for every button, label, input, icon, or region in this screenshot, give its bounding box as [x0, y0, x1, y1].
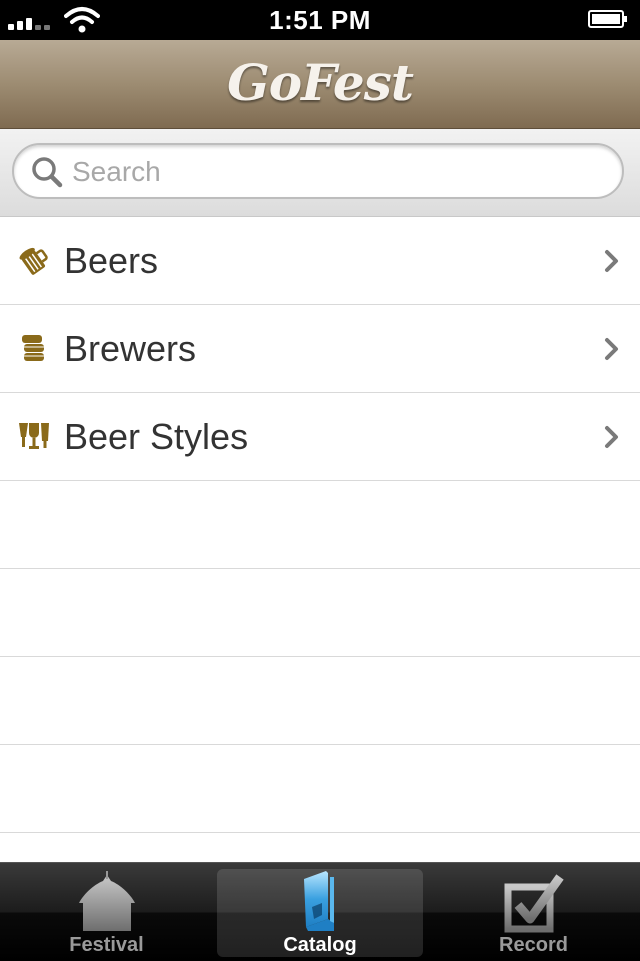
tent-icon: [78, 871, 135, 931]
tab-label: Record: [499, 934, 568, 956]
search-icon: [32, 157, 63, 188]
search-bar: [0, 129, 640, 217]
list-item-beers[interactable]: Beers: [0, 217, 640, 305]
list-item-beer-styles[interactable]: Beer Styles: [0, 393, 640, 481]
list-item-brewers[interactable]: Brewers: [0, 305, 640, 393]
status-time: 1:51 PM: [269, 5, 371, 35]
empty-row: [0, 657, 640, 745]
tab-label: Festival: [69, 934, 144, 956]
tab-catalog[interactable]: Catalog: [213, 863, 427, 961]
barrel-icon: [22, 335, 44, 361]
checkbox-icon: [504, 874, 564, 933]
empty-row: [0, 569, 640, 657]
chevron-right-icon: [605, 426, 618, 448]
chevron-right-icon: [605, 250, 618, 272]
tab-bar: Festival Catalog Record: [0, 862, 640, 961]
search-input[interactable]: [70, 149, 614, 195]
empty-row: [0, 833, 640, 862]
search-field[interactable]: [12, 143, 624, 199]
empty-row: [0, 481, 640, 569]
list-item-label: Beer Styles: [64, 416, 249, 457]
navigation-bar: GoFest: [0, 40, 640, 129]
battery-icon: [588, 10, 627, 28]
tab-record[interactable]: Record: [427, 863, 640, 961]
chevron-right-icon: [605, 338, 618, 360]
tab-label: Catalog: [283, 934, 357, 956]
status-bar: 1:51 PM: [0, 0, 640, 40]
tab-festival[interactable]: Festival: [0, 863, 213, 961]
beer-mug-icon: [19, 247, 48, 275]
list-item-label: Beers: [64, 240, 159, 281]
empty-row: [0, 745, 640, 833]
list-item-label: Brewers: [64, 328, 197, 369]
app-title-logo: GoFest: [227, 53, 414, 112]
catalog-list: Beers Brewers Beer Styles: [0, 217, 640, 862]
book-icon: [304, 871, 334, 931]
glasses-icon: [19, 423, 49, 449]
